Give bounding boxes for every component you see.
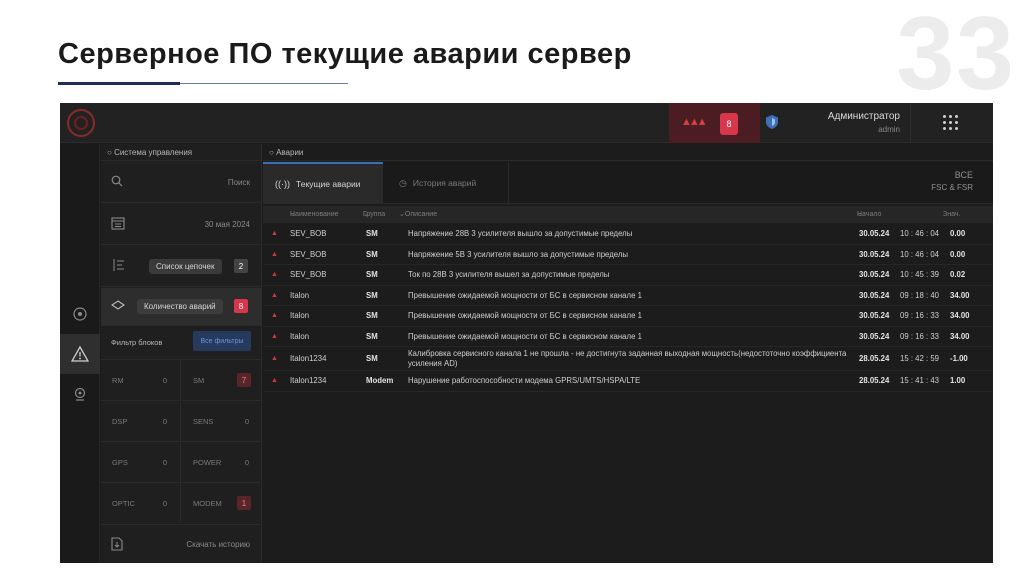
user-name[interactable]: Администратор (800, 111, 900, 122)
warning-icon: ▲ (271, 377, 278, 384)
block-filter-row: Фильтр блоков Все фильтры (101, 327, 262, 359)
table-row[interactable]: ▲ SEV_BOB SM Напряжение 5В 3 усилителя в… (263, 245, 993, 265)
rail-item-alarms[interactable] (60, 334, 100, 374)
alarm-count-row[interactable]: Количество аварий 8 (101, 288, 262, 326)
warning-icon: ▲ (271, 332, 278, 340)
alarms-header: ○ Аварии (263, 144, 993, 161)
block-sm[interactable]: SM 7 (182, 359, 262, 400)
sidebar: ○ Система управления Поиск 30 мая 2024 С… (101, 144, 262, 563)
block-optic[interactable]: OPTIC 0 (101, 482, 181, 523)
table-header: Наименование ⌄ Группа ⌄ ⌄ Описание Начал… (263, 206, 993, 223)
filter-scope-detail[interactable]: FSC & FSR (931, 183, 973, 192)
search-row[interactable]: Поиск (101, 162, 262, 203)
chain-list-row[interactable]: Список цепочек 2 (101, 246, 262, 287)
search-label: Поиск (227, 178, 250, 187)
user-shield-icon (766, 115, 778, 129)
table-row[interactable]: ▲ Italon SM Превышение ожидаемой мощност… (263, 327, 993, 347)
alarms-panel: ○ Аварии ((·)) Текущие аварии ◷ История … (263, 144, 993, 563)
rail-item-location[interactable] (60, 374, 100, 414)
alarm-indicator[interactable]: ▲▲▲ 8 (669, 103, 760, 143)
alarm-triangles-icon: ▲▲▲ (681, 116, 708, 128)
history-icon: ◷ (399, 177, 407, 188)
tab-current-alarms[interactable]: ((·)) Текущие аварии (263, 162, 383, 204)
block-modem[interactable]: MODEM 1 (182, 482, 262, 523)
download-history-row[interactable]: Скачать историю (101, 524, 262, 563)
logo-icon[interactable] (67, 109, 95, 137)
layers-icon (111, 300, 125, 315)
top-bar: ▲▲▲ 8 Администратор admin (60, 103, 993, 143)
block-sens[interactable]: SENS 0 (182, 400, 262, 441)
block-dsp[interactable]: DSP 0 (101, 400, 181, 441)
alarm-count-badge: 8 (720, 113, 738, 135)
chain-list-icon (111, 258, 125, 275)
warning-icon: ▲ (271, 355, 278, 362)
nav-rail (60, 144, 100, 563)
tower-icon (73, 307, 87, 321)
column-group[interactable]: Группа ⌄ (363, 206, 385, 223)
filter-scope[interactable]: ВСЕ (955, 170, 973, 180)
divider (910, 103, 911, 143)
search-icon (111, 175, 123, 190)
user-role: admin (878, 125, 900, 134)
table-row[interactable]: ▲ Italon1234 SM Калибровка сервисного ка… (263, 347, 993, 371)
column-name[interactable]: Наименование ⌄ (290, 206, 339, 223)
warning-icon: ▲ (271, 312, 278, 319)
date-value: 30 мая 2024 (204, 220, 250, 229)
table-row[interactable]: ▲ Italon SM Превышение ожидаемой мощност… (263, 286, 993, 306)
alarm-count-button[interactable]: Количество аварий (137, 299, 223, 314)
location-icon (74, 387, 86, 401)
table-row[interactable]: ▲ Italon SM Превышение ожидаемой мощност… (263, 306, 993, 327)
column-description[interactable]: ⌄ Описание (399, 206, 437, 223)
alarm-count-badge-sidebar: 8 (234, 299, 248, 313)
file-download-icon (111, 537, 123, 554)
warning-icon: ▲ (271, 271, 278, 278)
all-filters-button[interactable]: Все фильтры (193, 331, 251, 351)
table-row[interactable]: ▲ Italon1234 Modem Нарушение работоспосо… (263, 371, 993, 392)
app-window: ▲▲▲ 8 Администратор admin ○ Система упра… (60, 103, 993, 563)
warning-icon: ▲ (271, 230, 278, 237)
table-row[interactable]: ▲ SEV_BOB SM Напряжение 28В 3 усилителя … (263, 224, 993, 245)
block-gps[interactable]: GPS 0 (101, 441, 181, 482)
title-underline-thin (180, 83, 348, 84)
sidebar-header: ○ Система управления (101, 144, 262, 161)
title-underline (58, 82, 180, 85)
broadcast-icon: ((·)) (275, 179, 290, 189)
tab-alarm-history[interactable]: ◷ История аварий (387, 162, 509, 204)
warning-icon (71, 346, 89, 362)
block-filter-label: Фильтр блоков (111, 338, 163, 347)
rail-item-monitoring[interactable] (60, 294, 100, 334)
chain-list-button[interactable]: Список цепочек (149, 259, 222, 274)
apps-grid-icon[interactable] (943, 115, 959, 131)
calendar-icon (111, 216, 125, 233)
warning-icon: ▲ (271, 250, 278, 258)
chain-list-count: 2 (234, 259, 248, 273)
alarms-table: ▲ SEV_BOB SM Напряжение 28В 3 усилителя … (263, 224, 993, 392)
warning-icon: ▲ (271, 291, 278, 299)
date-row[interactable]: 30 мая 2024 (101, 204, 262, 245)
column-start[interactable]: Начало ⌄ (857, 206, 881, 223)
table-row[interactable]: ▲ SEV_BOB SM Ток по 28В 3 усилителя выше… (263, 265, 993, 286)
block-power[interactable]: POWER 0 (182, 441, 262, 482)
download-history-label: Скачать историю (186, 540, 250, 549)
block-rm[interactable]: RM 0 (101, 359, 181, 400)
slide-title: Серверное ПО текущие аварии сервер (58, 38, 632, 70)
slide-number: 33 (896, 0, 1016, 112)
alarm-tabs: ((·)) Текущие аварии ◷ История аварий ВС… (263, 162, 993, 204)
